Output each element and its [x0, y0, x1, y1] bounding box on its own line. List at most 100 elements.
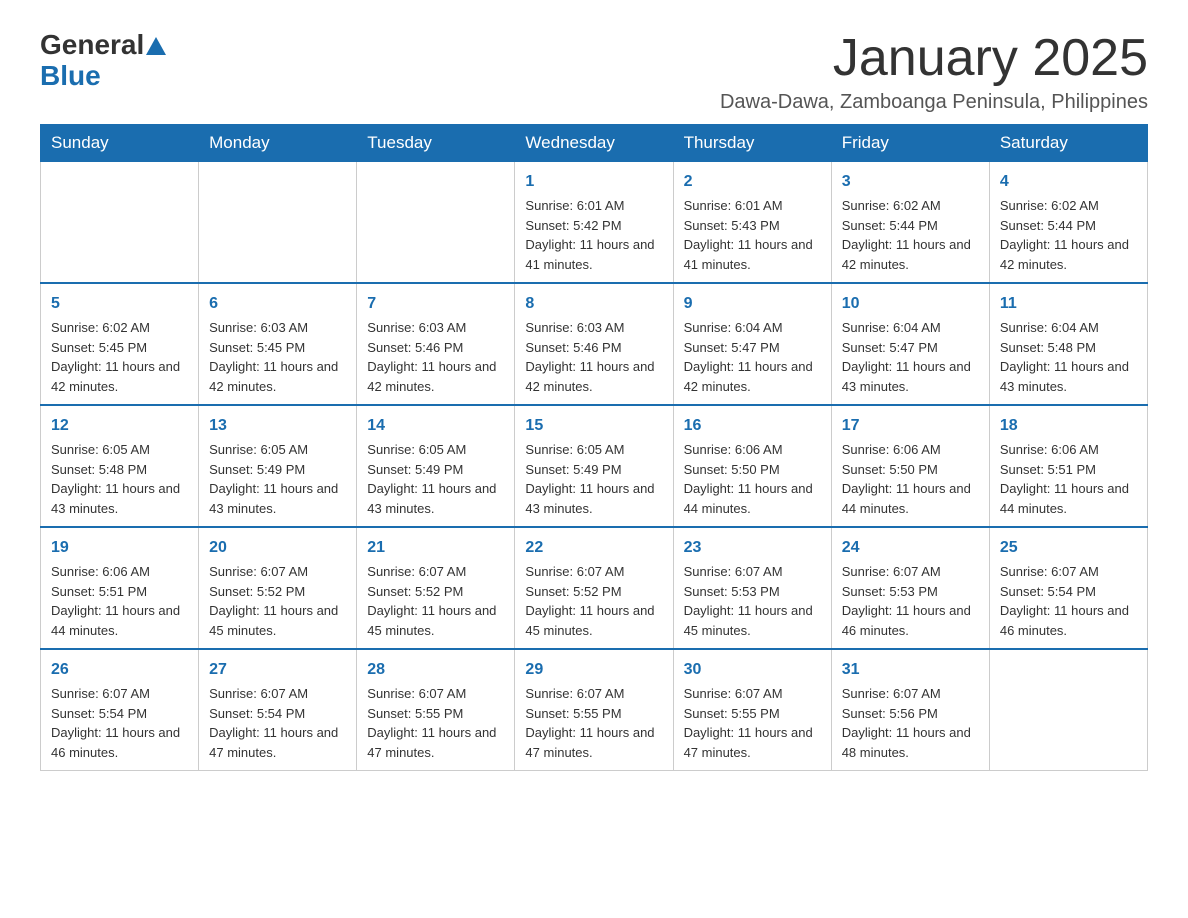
logo-blue: Blue [40, 61, 166, 92]
day-info: Sunrise: 6:07 AMSunset: 5:55 PMDaylight:… [684, 684, 821, 762]
day-number: 3 [842, 170, 979, 194]
calendar-cell: 29Sunrise: 6:07 AMSunset: 5:55 PMDayligh… [515, 649, 673, 771]
day-header-wednesday: Wednesday [515, 125, 673, 162]
day-info: Sunrise: 6:03 AMSunset: 5:46 PMDaylight:… [367, 318, 504, 396]
day-number: 30 [684, 658, 821, 682]
day-header-saturday: Saturday [989, 125, 1147, 162]
calendar-cell: 15Sunrise: 6:05 AMSunset: 5:49 PMDayligh… [515, 405, 673, 527]
day-number: 22 [525, 536, 662, 560]
day-number: 2 [684, 170, 821, 194]
day-info: Sunrise: 6:05 AMSunset: 5:49 PMDaylight:… [525, 440, 662, 518]
day-info: Sunrise: 6:07 AMSunset: 5:56 PMDaylight:… [842, 684, 979, 762]
calendar-cell: 9Sunrise: 6:04 AMSunset: 5:47 PMDaylight… [673, 283, 831, 405]
day-number: 6 [209, 292, 346, 316]
day-number: 23 [684, 536, 821, 560]
day-number: 18 [1000, 414, 1137, 438]
day-number: 14 [367, 414, 504, 438]
month-title: January 2025 [720, 30, 1148, 87]
day-number: 11 [1000, 292, 1137, 316]
day-header-tuesday: Tuesday [357, 125, 515, 162]
location-title: Dawa-Dawa, Zamboanga Peninsula, Philippi… [720, 91, 1148, 114]
calendar-cell: 27Sunrise: 6:07 AMSunset: 5:54 PMDayligh… [199, 649, 357, 771]
calendar-table: SundayMondayTuesdayWednesdayThursdayFrid… [40, 124, 1148, 771]
day-info: Sunrise: 6:07 AMSunset: 5:52 PMDaylight:… [525, 562, 662, 640]
day-info: Sunrise: 6:05 AMSunset: 5:49 PMDaylight:… [209, 440, 346, 518]
day-number: 5 [51, 292, 188, 316]
day-number: 9 [684, 292, 821, 316]
calendar-cell: 26Sunrise: 6:07 AMSunset: 5:54 PMDayligh… [41, 649, 199, 771]
calendar-cell: 16Sunrise: 6:06 AMSunset: 5:50 PMDayligh… [673, 405, 831, 527]
calendar-cell: 10Sunrise: 6:04 AMSunset: 5:47 PMDayligh… [831, 283, 989, 405]
day-info: Sunrise: 6:02 AMSunset: 5:45 PMDaylight:… [51, 318, 188, 396]
calendar-cell [989, 649, 1147, 771]
day-info: Sunrise: 6:01 AMSunset: 5:42 PMDaylight:… [525, 196, 662, 274]
day-info: Sunrise: 6:03 AMSunset: 5:45 PMDaylight:… [209, 318, 346, 396]
day-number: 21 [367, 536, 504, 560]
day-number: 1 [525, 170, 662, 194]
calendar-cell: 21Sunrise: 6:07 AMSunset: 5:52 PMDayligh… [357, 527, 515, 649]
calendar-cell: 4Sunrise: 6:02 AMSunset: 5:44 PMDaylight… [989, 162, 1147, 284]
day-number: 12 [51, 414, 188, 438]
day-number: 25 [1000, 536, 1137, 560]
day-number: 26 [51, 658, 188, 682]
day-number: 4 [1000, 170, 1137, 194]
calendar-cell: 17Sunrise: 6:06 AMSunset: 5:50 PMDayligh… [831, 405, 989, 527]
calendar-cell: 19Sunrise: 6:06 AMSunset: 5:51 PMDayligh… [41, 527, 199, 649]
day-info: Sunrise: 6:01 AMSunset: 5:43 PMDaylight:… [684, 196, 821, 274]
day-info: Sunrise: 6:05 AMSunset: 5:49 PMDaylight:… [367, 440, 504, 518]
calendar-cell: 24Sunrise: 6:07 AMSunset: 5:53 PMDayligh… [831, 527, 989, 649]
calendar-cell: 8Sunrise: 6:03 AMSunset: 5:46 PMDaylight… [515, 283, 673, 405]
day-number: 24 [842, 536, 979, 560]
day-header-monday: Monday [199, 125, 357, 162]
week-row-3: 12Sunrise: 6:05 AMSunset: 5:48 PMDayligh… [41, 405, 1148, 527]
day-header-sunday: Sunday [41, 125, 199, 162]
calendar-cell: 18Sunrise: 6:06 AMSunset: 5:51 PMDayligh… [989, 405, 1147, 527]
day-number: 13 [209, 414, 346, 438]
day-info: Sunrise: 6:07 AMSunset: 5:52 PMDaylight:… [209, 562, 346, 640]
day-number: 10 [842, 292, 979, 316]
day-info: Sunrise: 6:07 AMSunset: 5:54 PMDaylight:… [1000, 562, 1137, 640]
calendar-cell: 20Sunrise: 6:07 AMSunset: 5:52 PMDayligh… [199, 527, 357, 649]
calendar-cell: 6Sunrise: 6:03 AMSunset: 5:45 PMDaylight… [199, 283, 357, 405]
calendar-cell: 23Sunrise: 6:07 AMSunset: 5:53 PMDayligh… [673, 527, 831, 649]
day-info: Sunrise: 6:06 AMSunset: 5:51 PMDaylight:… [51, 562, 188, 640]
day-info: Sunrise: 6:07 AMSunset: 5:54 PMDaylight:… [51, 684, 188, 762]
day-number: 16 [684, 414, 821, 438]
week-row-4: 19Sunrise: 6:06 AMSunset: 5:51 PMDayligh… [41, 527, 1148, 649]
day-info: Sunrise: 6:02 AMSunset: 5:44 PMDaylight:… [1000, 196, 1137, 274]
day-info: Sunrise: 6:04 AMSunset: 5:47 PMDaylight:… [842, 318, 979, 396]
day-info: Sunrise: 6:04 AMSunset: 5:48 PMDaylight:… [1000, 318, 1137, 396]
logo-general: General [40, 30, 144, 61]
calendar-cell: 7Sunrise: 6:03 AMSunset: 5:46 PMDaylight… [357, 283, 515, 405]
calendar-cell: 31Sunrise: 6:07 AMSunset: 5:56 PMDayligh… [831, 649, 989, 771]
calendar-cell [357, 162, 515, 284]
calendar-cell: 3Sunrise: 6:02 AMSunset: 5:44 PMDaylight… [831, 162, 989, 284]
calendar-cell: 5Sunrise: 6:02 AMSunset: 5:45 PMDaylight… [41, 283, 199, 405]
calendar-cell: 28Sunrise: 6:07 AMSunset: 5:55 PMDayligh… [357, 649, 515, 771]
day-number: 19 [51, 536, 188, 560]
calendar-cell: 12Sunrise: 6:05 AMSunset: 5:48 PMDayligh… [41, 405, 199, 527]
day-info: Sunrise: 6:05 AMSunset: 5:48 PMDaylight:… [51, 440, 188, 518]
calendar-cell [41, 162, 199, 284]
day-info: Sunrise: 6:06 AMSunset: 5:50 PMDaylight:… [684, 440, 821, 518]
day-header-thursday: Thursday [673, 125, 831, 162]
calendar-cell: 11Sunrise: 6:04 AMSunset: 5:48 PMDayligh… [989, 283, 1147, 405]
day-number: 20 [209, 536, 346, 560]
calendar-cell: 13Sunrise: 6:05 AMSunset: 5:49 PMDayligh… [199, 405, 357, 527]
week-row-2: 5Sunrise: 6:02 AMSunset: 5:45 PMDaylight… [41, 283, 1148, 405]
day-header-friday: Friday [831, 125, 989, 162]
calendar-cell: 2Sunrise: 6:01 AMSunset: 5:43 PMDaylight… [673, 162, 831, 284]
day-number: 15 [525, 414, 662, 438]
day-info: Sunrise: 6:07 AMSunset: 5:55 PMDaylight:… [525, 684, 662, 762]
day-info: Sunrise: 6:06 AMSunset: 5:51 PMDaylight:… [1000, 440, 1137, 518]
logo-triangle-icon [146, 33, 166, 55]
day-info: Sunrise: 6:02 AMSunset: 5:44 PMDaylight:… [842, 196, 979, 274]
day-number: 8 [525, 292, 662, 316]
header-row: SundayMondayTuesdayWednesdayThursdayFrid… [41, 125, 1148, 162]
day-info: Sunrise: 6:07 AMSunset: 5:52 PMDaylight:… [367, 562, 504, 640]
calendar-cell: 30Sunrise: 6:07 AMSunset: 5:55 PMDayligh… [673, 649, 831, 771]
week-row-5: 26Sunrise: 6:07 AMSunset: 5:54 PMDayligh… [41, 649, 1148, 771]
week-row-1: 1Sunrise: 6:01 AMSunset: 5:42 PMDaylight… [41, 162, 1148, 284]
day-number: 7 [367, 292, 504, 316]
day-info: Sunrise: 6:04 AMSunset: 5:47 PMDaylight:… [684, 318, 821, 396]
